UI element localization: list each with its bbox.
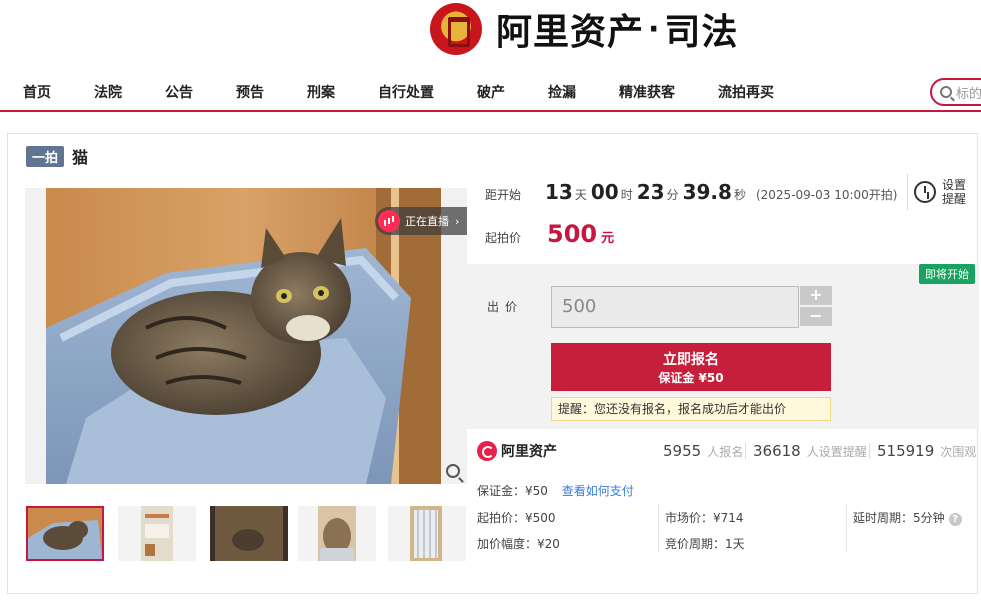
nav-item-preview[interactable]: 预告 xyxy=(236,82,264,102)
ali-assets-brand: 阿里资产 xyxy=(501,444,557,460)
search-icon xyxy=(940,86,952,98)
how-to-pay-link[interactable]: 查看如何支付 xyxy=(562,484,634,498)
decrease-bid-button[interactable]: − xyxy=(800,307,832,326)
bid-label: 出价 xyxy=(487,300,524,314)
thumbnail-cat2-image xyxy=(210,506,288,561)
deposit-info: 保证金：¥50 查看如何支付 xyxy=(477,482,634,499)
bid-area: 即将开始 出价 500 + − 立即报名 保证金 ¥50 提醒：您还没有报名，报… xyxy=(467,264,979,429)
countdown-hours-unit: 时 xyxy=(620,188,633,202)
nav-item-self-disposal[interactable]: 自行处置 xyxy=(378,82,434,102)
logo-dot: · xyxy=(648,11,661,47)
view-count-value: 515919 xyxy=(877,442,935,460)
thumbnail-cage-image xyxy=(410,506,442,561)
reminder-label-1: 设置 xyxy=(942,178,967,192)
set-reminder-button[interactable]: 设置 提醒 xyxy=(907,174,979,210)
site-logo[interactable]: 阿里资产 · 司法 xyxy=(430,0,738,58)
nav-item-bargain[interactable]: 捡漏 xyxy=(548,82,576,102)
signup-button-label: 立即报名 xyxy=(663,352,719,368)
live-stream-icon xyxy=(378,210,400,232)
detail-increment: 加价幅度：¥20 xyxy=(477,537,560,551)
main-nav: 首页 法院 公告 预告 刑案 自行处置 破产 捡漏 精准获客 流拍再买 标的 xyxy=(0,70,981,112)
court-emblem-icon xyxy=(430,3,482,55)
search-input[interactable]: 标的 xyxy=(930,78,981,106)
logo-text: 阿里资产 xyxy=(496,12,645,53)
reminder-count-label: 人设置提醒 xyxy=(806,445,867,459)
signup-hint: 提醒：您还没有报名，报名成功后才能出价 xyxy=(551,397,831,421)
nav-item-precision[interactable]: 精准获客 xyxy=(619,82,675,102)
increase-bid-button[interactable]: + xyxy=(800,286,832,305)
item-title: 猫 xyxy=(72,148,89,167)
divider xyxy=(658,504,659,552)
zoom-icon[interactable] xyxy=(446,464,460,478)
help-icon[interactable]: ? xyxy=(948,513,962,526)
nav-item-notice[interactable]: 公告 xyxy=(165,82,193,102)
view-count-label: 次围观 xyxy=(940,445,977,459)
search-placeholder: 标的 xyxy=(956,86,981,102)
thumbnail-2[interactable] xyxy=(118,506,196,561)
chevron-right-icon: › xyxy=(455,214,460,228)
logo-subtext: 司法 xyxy=(664,12,739,53)
item-title-row: 一拍 猫 xyxy=(26,144,88,168)
countdown-hours: 00 xyxy=(590,180,619,204)
view-count: 515919 次围观 xyxy=(877,442,976,460)
thumbnail-3[interactable] xyxy=(210,506,288,561)
start-time-note: (2025-09-03 10:00开拍) xyxy=(755,188,898,202)
start-price-value: 500 xyxy=(547,220,598,248)
thumbnail-5[interactable] xyxy=(388,506,466,561)
detail-start-price: 起拍价：¥500 xyxy=(477,511,556,525)
bid-amount-input[interactable]: 500 xyxy=(551,286,799,328)
detail-delay-period: 延时周期：5分钟? xyxy=(853,509,962,526)
nav-item-home[interactable]: 首页 xyxy=(23,82,51,102)
countdown-label: 距开始 xyxy=(485,188,522,202)
detail-market-price: 市场价：¥714 xyxy=(665,511,744,525)
divider xyxy=(846,504,847,552)
detail-bid-period: 竞价周期：1天 xyxy=(665,537,745,551)
alarm-clock-icon xyxy=(914,181,936,203)
nav-item-rebuy[interactable]: 流拍再买 xyxy=(718,82,774,102)
start-price-label: 起拍价 xyxy=(485,231,522,245)
reminder-count: 36618 人设置提醒 xyxy=(753,442,867,460)
countdown-seconds: 39.8 xyxy=(682,180,732,204)
divider xyxy=(745,443,746,459)
signup-count-label: 人报名 xyxy=(707,445,744,459)
delay-period-text: 延时周期：5分钟 xyxy=(853,511,945,525)
auction-round-badge: 一拍 xyxy=(26,145,65,167)
thumbnail-4[interactable] xyxy=(298,506,376,561)
countdown: 距开始 13 天 00 时 23 分 39.8 秒 (2025-09-03 10… xyxy=(485,180,897,204)
countdown-minutes: 23 xyxy=(636,180,665,204)
thumbnail-cat3-image xyxy=(318,506,356,561)
countdown-seconds-unit: 秒 xyxy=(733,188,746,202)
thumbnail-1[interactable] xyxy=(26,506,104,561)
nav-item-criminal[interactable]: 刑案 xyxy=(307,82,335,102)
ali-assets-logo-icon xyxy=(477,441,497,461)
countdown-days: 13 xyxy=(545,180,573,204)
start-price: 起拍价 500 元 xyxy=(485,220,614,248)
thumbnail-receipt-image xyxy=(141,506,173,561)
live-stream-tag[interactable]: 正在直播 › xyxy=(375,207,467,235)
signup-button[interactable]: 立即报名 保证金 ¥50 xyxy=(551,343,831,391)
status-badge: 即将开始 xyxy=(919,264,975,284)
signup-count-value: 5955 xyxy=(663,442,702,460)
countdown-minutes-unit: 分 xyxy=(666,188,679,202)
stats-row: 阿里资产 5955 人报名 36618 人设置提醒 515919 次围观 xyxy=(477,437,977,465)
divider xyxy=(869,443,870,459)
start-price-unit: 元 xyxy=(601,231,615,246)
signup-deposit-label: 保证金 ¥50 xyxy=(658,371,724,385)
reminder-count-value: 36618 xyxy=(753,442,801,460)
nav-item-bankruptcy[interactable]: 破产 xyxy=(477,82,505,102)
reminder-label-2: 提醒 xyxy=(942,192,967,206)
signup-count: 5955 人报名 xyxy=(663,442,743,460)
auction-panel: 一拍 猫 正在直播 › 距开始 13 天 00 时 23 分 39.8 秒 (2… xyxy=(7,133,979,594)
deposit-text: 保证金：¥50 xyxy=(477,484,548,498)
nav-item-court[interactable]: 法院 xyxy=(94,82,122,102)
live-stream-label: 正在直播 xyxy=(405,215,449,228)
countdown-days-unit: 天 xyxy=(574,188,587,202)
thumbnail-cat-image xyxy=(28,508,102,559)
